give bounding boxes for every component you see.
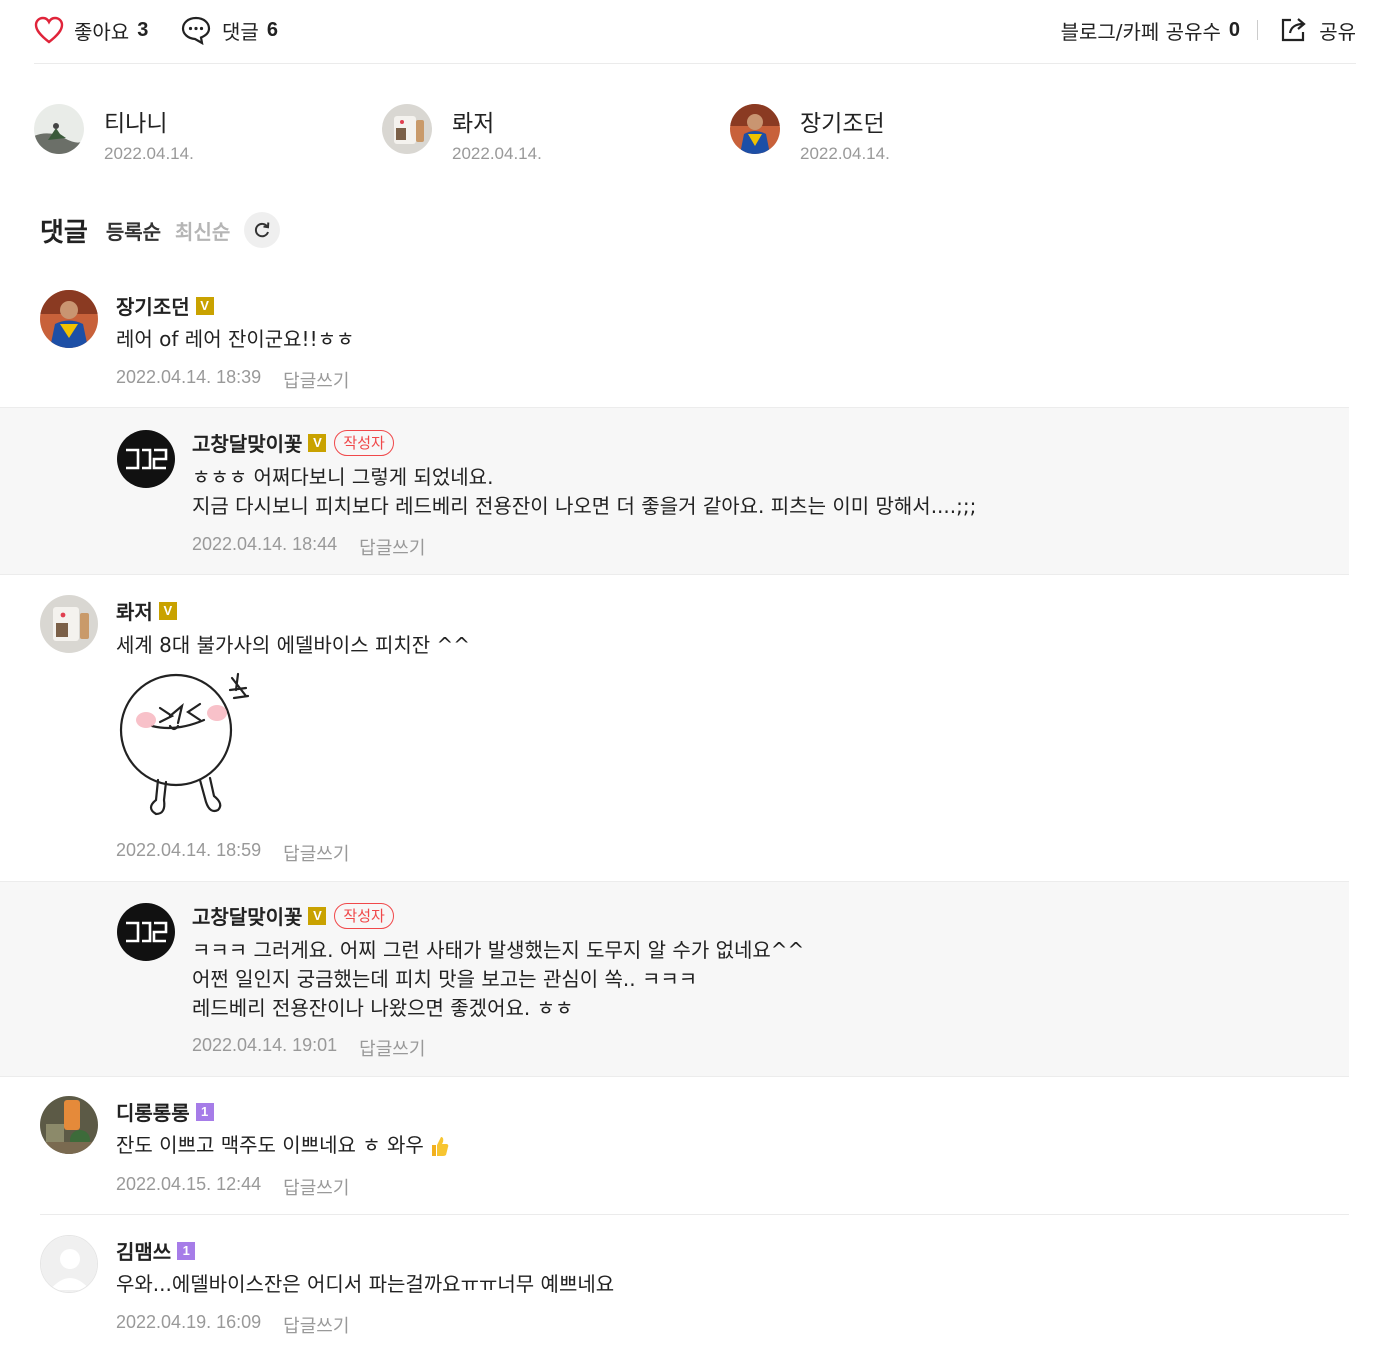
comment-meta: 2022.04.14. 19:01 답글쓰기 [192, 1035, 425, 1061]
verified-badge: V [195, 296, 214, 315]
author-name: 롸저 [116, 600, 153, 624]
comments-title: 댓글 [40, 217, 88, 248]
laughing-sticker-icon [119, 672, 250, 816]
default-profile-icon [41, 1236, 97, 1292]
author-name: 김맴쓰 [116, 1240, 172, 1264]
avatar [382, 104, 432, 154]
comment-author[interactable]: 고창달맞이꽃 V 작성자 [192, 428, 394, 457]
comment-text: 우와...에델바이스잔은 어디서 파는걸까요ㅠㅠ너무 예쁘네요 [116, 1272, 615, 1296]
comment-meta: 2022.04.19. 16:09 답글쓰기 [116, 1312, 349, 1338]
thumbs-up-icon [431, 1136, 449, 1156]
avatar[interactable] [117, 430, 175, 488]
comment-time: 2022.04.14. 19:01 [192, 1035, 338, 1055]
divider [1257, 20, 1258, 40]
comment-text: 잔도 이쁘고 맥주도 이쁘네요 ㅎ 와우 [116, 1133, 424, 1157]
avatar[interactable] [117, 903, 175, 961]
share-icon [1282, 18, 1306, 42]
refresh-icon [255, 222, 270, 238]
comment-bubble-icon [181, 16, 211, 45]
heart-icon [34, 16, 64, 44]
comment-label: 댓글 [222, 19, 259, 44]
avatar[interactable] [40, 595, 98, 653]
reply-button[interactable]: 답글쓰기 [359, 534, 425, 560]
share-label: 공유 [1319, 19, 1356, 44]
author-badge: 작성자 [334, 902, 394, 929]
verified-badge: V [308, 906, 327, 925]
liker-name: 롸저 [452, 111, 495, 137]
like-label: 좋아요 [74, 19, 130, 44]
comment-time: 2022.04.15. 12:44 [116, 1174, 262, 1194]
comment-meta: 2022.04.15. 12:44 답글쓰기 [116, 1174, 349, 1200]
comment-time: 2022.04.14. 18:39 [116, 367, 262, 387]
reply-button[interactable]: 답글쓰기 [283, 840, 349, 866]
liker-name: 장기조던 [800, 111, 885, 137]
author-badge: 작성자 [334, 429, 394, 456]
level-badge: 1 [195, 1102, 214, 1121]
liker-date: 2022.04.14. [800, 144, 890, 163]
author-name: 고창달맞이꽃 [192, 905, 303, 929]
verified-badge: V [158, 601, 177, 620]
comment-meta: 2022.04.14. 18:44 답글쓰기 [192, 534, 425, 560]
reply-button[interactable]: 답글쓰기 [283, 1174, 349, 1200]
like-button[interactable]: 좋아요 3 [34, 12, 148, 48]
verified-badge: V [308, 433, 327, 452]
comment-text-row: 잔도 이쁘고 맥주도 이쁘네요 ㅎ 와우 [116, 1131, 450, 1160]
comment-time: 2022.04.14. 18:44 [192, 534, 338, 554]
author-name: 디롱롱롱 [116, 1101, 190, 1125]
reply-button[interactable]: 답글쓰기 [283, 1312, 349, 1338]
share-button[interactable]: 공유 [1279, 12, 1356, 48]
comment-time: 2022.04.19. 16:09 [116, 1312, 262, 1332]
comment-meta: 2022.04.14. 18:39 답글쓰기 [116, 367, 349, 393]
avatar [34, 104, 84, 154]
comment-text: 세계 8대 불가사의 에델바이스 피치잔 ^^ [116, 633, 471, 657]
sort-latest-button[interactable]: 최신순 [175, 216, 230, 245]
reply-button[interactable]: 답글쓰기 [283, 367, 349, 393]
author-name: 고창달맞이꽃 [192, 432, 303, 456]
liker-name: 티나니 [104, 111, 168, 137]
comment-meta: 2022.04.14. 18:59 답글쓰기 [116, 840, 349, 866]
reaction-bar: 좋아요 3 댓글 6 블로그/카페 공유수 0 공유 [34, 0, 1356, 64]
comment-count: 6 [266, 18, 278, 41]
comment-author[interactable]: 디롱롱롱 1 [116, 1097, 214, 1126]
share-count: 블로그/카페 공유수 0 [1061, 12, 1240, 48]
avatar[interactable] [40, 1096, 98, 1154]
avatar [730, 104, 780, 154]
divider [40, 1214, 1349, 1215]
refresh-button[interactable] [244, 212, 281, 248]
liker-date: 2022.04.14. [104, 144, 194, 163]
comment-author[interactable]: 장기조던 V [116, 291, 214, 320]
like-count: 3 [137, 18, 149, 41]
avatar[interactable] [40, 290, 98, 348]
comment-time: 2022.04.14. 18:59 [116, 840, 262, 860]
avatar[interactable] [40, 1235, 98, 1293]
comment-text: ㅎㅎㅎ 어쩌다보니 그렇게 되었네요. 지금 다시보니 피치보다 레드베리 전용… [192, 465, 977, 518]
comment-count-button[interactable]: 댓글 6 [180, 12, 278, 48]
comment-text: 레어 of 레어 잔이군요!!ㅎㅎ [116, 327, 355, 351]
comment-text: ㅋㅋㅋ 그러게요. 어찌 그런 사태가 발생했는지 도무지 알 수가 없네요^^… [192, 938, 805, 1020]
liker-date: 2022.04.14. [452, 144, 542, 163]
level-badge: 1 [177, 1241, 196, 1260]
reply-button[interactable]: 답글쓰기 [359, 1035, 425, 1061]
comment-author[interactable]: 고창달맞이꽃 V 작성자 [192, 901, 394, 930]
share-count-label: 블로그/카페 공유수 [1060, 19, 1221, 44]
comments-header: 댓글 등록순 최신순 [40, 210, 281, 250]
comment-author[interactable]: 롸저 V [116, 596, 177, 625]
share-count-value: 0 [1228, 18, 1240, 41]
author-name: 장기조던 [116, 295, 190, 319]
sort-registered-button[interactable]: 등록순 [106, 216, 161, 245]
comment-author[interactable]: 김맴쓰 1 [116, 1236, 196, 1265]
